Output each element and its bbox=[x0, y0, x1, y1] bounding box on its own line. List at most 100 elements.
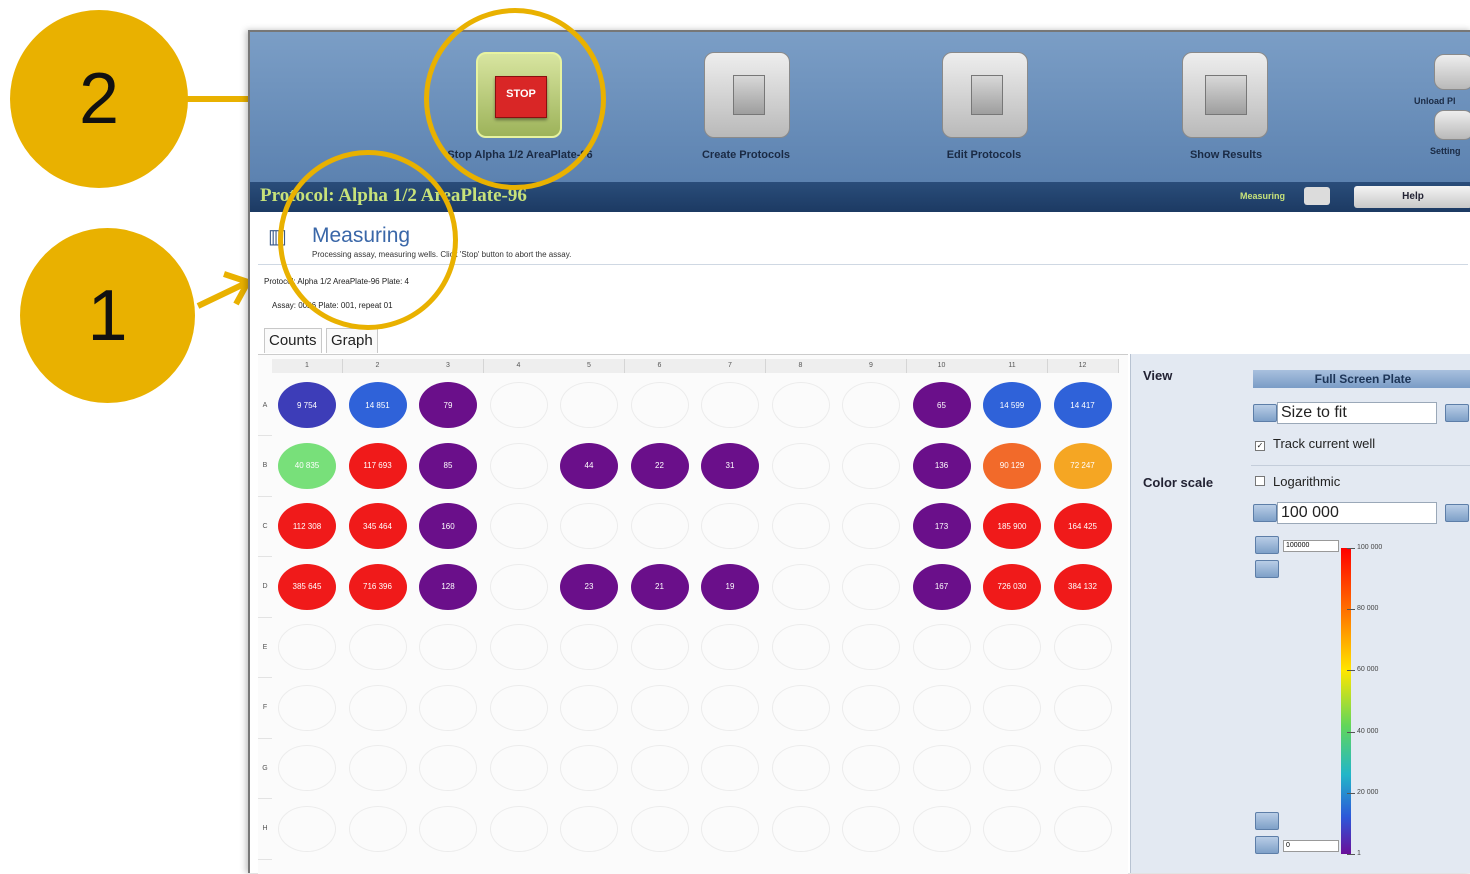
scale-min-down-button[interactable] bbox=[1255, 836, 1279, 854]
empty-well[interactable] bbox=[1053, 624, 1112, 670]
empty-well[interactable] bbox=[419, 684, 477, 731]
empty-well[interactable] bbox=[842, 624, 900, 670]
well[interactable]: 726 030 bbox=[983, 563, 1041, 610]
empty-well[interactable] bbox=[630, 684, 689, 731]
settings-button[interactable] bbox=[1434, 110, 1470, 140]
well[interactable]: 19 bbox=[701, 563, 759, 610]
empty-well[interactable] bbox=[630, 745, 689, 791]
well[interactable]: 136 bbox=[912, 442, 971, 489]
size-next-button[interactable] bbox=[1445, 404, 1469, 422]
well[interactable]: 22 bbox=[630, 442, 689, 489]
size-prev-button[interactable] bbox=[1253, 404, 1277, 422]
well[interactable]: 14 417 bbox=[1053, 382, 1112, 428]
empty-well[interactable] bbox=[983, 624, 1041, 670]
well[interactable]: 72 247 bbox=[1053, 442, 1112, 489]
empty-well[interactable] bbox=[489, 563, 548, 610]
well[interactable]: 14 851 bbox=[348, 382, 407, 428]
well[interactable]: 14 599 bbox=[983, 382, 1041, 428]
empty-well[interactable] bbox=[983, 684, 1041, 731]
empty-well[interactable] bbox=[630, 805, 689, 852]
empty-well[interactable] bbox=[1053, 745, 1112, 791]
empty-well[interactable] bbox=[912, 624, 971, 670]
scale-down-button[interactable] bbox=[1255, 560, 1279, 578]
well[interactable]: 112 308 bbox=[278, 503, 336, 549]
well[interactable]: 185 900 bbox=[983, 503, 1041, 549]
empty-well[interactable] bbox=[771, 563, 830, 610]
empty-well[interactable] bbox=[560, 805, 618, 852]
well[interactable]: 90 129 bbox=[983, 442, 1041, 489]
empty-well[interactable] bbox=[842, 684, 900, 731]
empty-well[interactable] bbox=[912, 745, 971, 791]
well[interactable]: 164 425 bbox=[1053, 503, 1112, 549]
empty-well[interactable] bbox=[842, 563, 900, 610]
well[interactable]: 128 bbox=[419, 563, 477, 610]
stop-button[interactable]: STOP bbox=[476, 52, 562, 138]
scale-up-button[interactable] bbox=[1255, 536, 1279, 554]
well[interactable]: 716 396 bbox=[348, 563, 407, 610]
empty-well[interactable] bbox=[771, 442, 830, 489]
empty-well[interactable] bbox=[771, 624, 830, 670]
empty-well[interactable] bbox=[842, 805, 900, 852]
empty-well[interactable] bbox=[771, 503, 830, 549]
tab-counts[interactable]: Counts bbox=[264, 328, 322, 353]
well[interactable]: 31 bbox=[701, 442, 759, 489]
logarithmic-checkbox[interactable]: Logarithmic bbox=[1255, 474, 1340, 489]
empty-well[interactable] bbox=[489, 503, 548, 549]
empty-well[interactable] bbox=[630, 503, 689, 549]
empty-well[interactable] bbox=[771, 745, 830, 791]
edit-protocols-button[interactable] bbox=[942, 52, 1028, 138]
scale-next-button[interactable] bbox=[1445, 504, 1469, 522]
scale-prev-button[interactable] bbox=[1253, 504, 1277, 522]
scale-field[interactable]: 100 000 bbox=[1277, 502, 1437, 524]
well[interactable]: 23 bbox=[560, 563, 618, 610]
empty-well[interactable] bbox=[701, 624, 759, 670]
empty-well[interactable] bbox=[701, 805, 759, 852]
empty-well[interactable] bbox=[278, 684, 336, 731]
well[interactable]: 167 bbox=[912, 563, 971, 610]
empty-well[interactable] bbox=[842, 442, 900, 489]
scale-min-input[interactable]: 0 bbox=[1283, 840, 1339, 852]
scale-min-up-button[interactable] bbox=[1255, 812, 1279, 830]
empty-well[interactable] bbox=[348, 805, 407, 852]
help-button[interactable]: Help bbox=[1354, 186, 1470, 208]
scale-max-input[interactable]: 100000 bbox=[1283, 540, 1339, 552]
full-screen-plate-button[interactable]: Full Screen Plate bbox=[1253, 370, 1470, 388]
empty-well[interactable] bbox=[489, 382, 548, 428]
empty-well[interactable] bbox=[771, 684, 830, 731]
well[interactable]: 65 bbox=[912, 382, 971, 428]
well[interactable]: 385 645 bbox=[278, 563, 336, 610]
empty-well[interactable] bbox=[771, 382, 830, 428]
create-protocols-button[interactable] bbox=[704, 52, 790, 138]
empty-well[interactable] bbox=[560, 684, 618, 731]
well[interactable]: 160 bbox=[419, 503, 477, 549]
empty-well[interactable] bbox=[278, 624, 336, 670]
empty-well[interactable] bbox=[842, 382, 900, 428]
empty-well[interactable] bbox=[278, 745, 336, 791]
empty-well[interactable] bbox=[348, 624, 407, 670]
empty-well[interactable] bbox=[348, 745, 407, 791]
empty-well[interactable] bbox=[489, 624, 548, 670]
empty-well[interactable] bbox=[489, 442, 548, 489]
empty-well[interactable] bbox=[701, 684, 759, 731]
empty-well[interactable] bbox=[419, 624, 477, 670]
empty-well[interactable] bbox=[630, 624, 689, 670]
track-current-well-checkbox[interactable]: ✓ Track current well bbox=[1255, 436, 1375, 451]
tab-graph[interactable]: Graph bbox=[326, 328, 378, 353]
empty-well[interactable] bbox=[701, 745, 759, 791]
well[interactable]: 44 bbox=[560, 442, 618, 489]
empty-well[interactable] bbox=[560, 382, 618, 428]
well[interactable]: 40 835 bbox=[278, 442, 336, 489]
empty-well[interactable] bbox=[983, 745, 1041, 791]
empty-well[interactable] bbox=[842, 503, 900, 549]
well[interactable]: 85 bbox=[419, 442, 477, 489]
empty-well[interactable] bbox=[912, 805, 971, 852]
well[interactable]: 173 bbox=[912, 503, 971, 549]
well[interactable]: 21 bbox=[630, 563, 689, 610]
empty-well[interactable] bbox=[489, 684, 548, 731]
empty-well[interactable] bbox=[842, 745, 900, 791]
show-results-button[interactable] bbox=[1182, 52, 1268, 138]
size-field[interactable]: Size to fit bbox=[1277, 402, 1437, 424]
empty-well[interactable] bbox=[560, 745, 618, 791]
empty-well[interactable] bbox=[278, 805, 336, 852]
empty-well[interactable] bbox=[771, 805, 830, 852]
